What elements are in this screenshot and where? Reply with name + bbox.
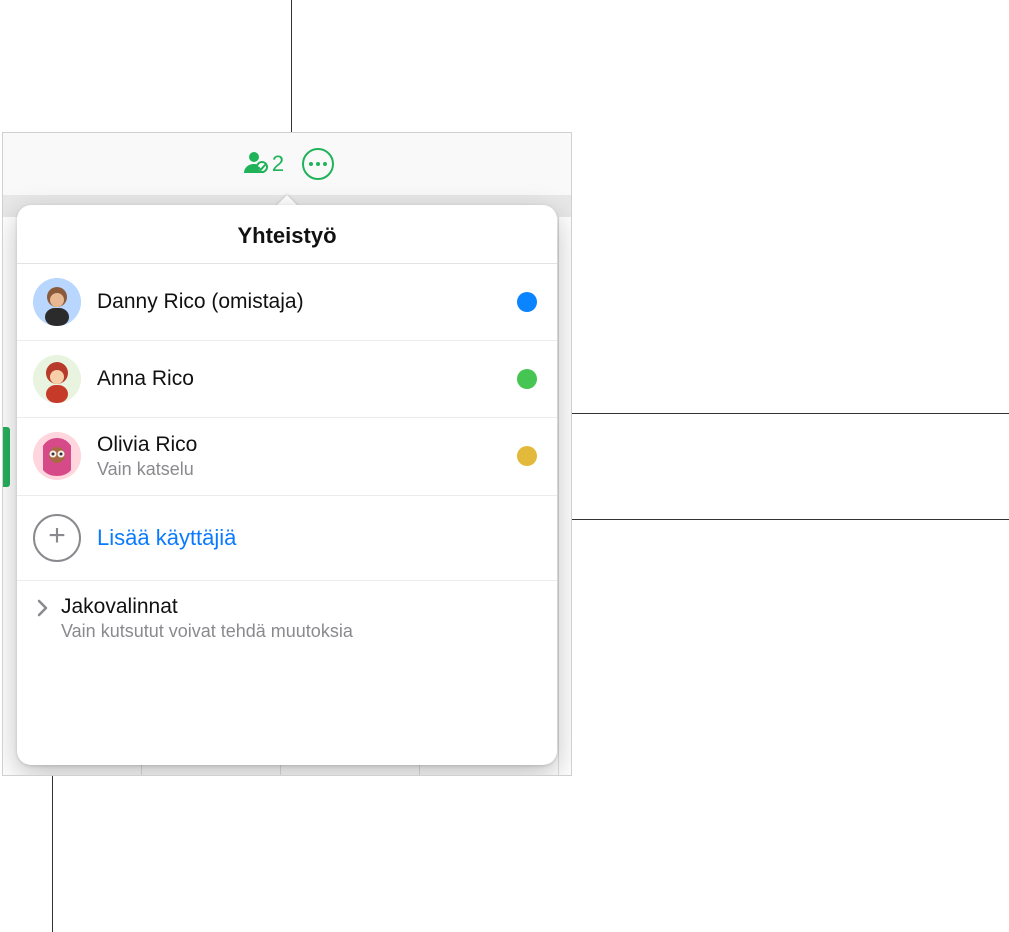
plus-icon bbox=[33, 514, 81, 562]
avatar bbox=[33, 432, 81, 480]
participant-row[interactable]: Danny Rico (omistaja) bbox=[17, 264, 557, 341]
participant-name: Anna Rico bbox=[97, 366, 501, 391]
add-people-row[interactable]: Lisää käyttäjiä bbox=[17, 496, 557, 581]
collaboration-count: 2 bbox=[272, 151, 284, 177]
more-button[interactable] bbox=[302, 148, 334, 180]
participant-subtitle: Vain katselu bbox=[97, 459, 501, 481]
participant-row[interactable]: Olivia Rico Vain katselu bbox=[17, 418, 557, 496]
toolbar: 2 bbox=[3, 133, 571, 195]
collaboration-popover: Yhteistyö Dann bbox=[17, 205, 557, 765]
callout-line-share-options bbox=[52, 775, 53, 932]
avatar bbox=[33, 355, 81, 403]
participant-name: Olivia Rico bbox=[97, 432, 501, 457]
popover-title: Yhteistyö bbox=[17, 205, 557, 264]
share-options-row[interactable]: Jakovalinnat Vain kutsutut voivat tehdä … bbox=[17, 581, 557, 660]
participant-name: Danny Rico (omistaja) bbox=[97, 289, 501, 314]
status-dot bbox=[517, 446, 537, 466]
screenshot-canvas: 2 Yhteistyö bbox=[0, 0, 1009, 932]
avatar bbox=[33, 278, 81, 326]
chevron-right-icon bbox=[33, 599, 51, 617]
collaboration-button[interactable]: 2 bbox=[240, 147, 284, 181]
callout-line-collab-button bbox=[291, 0, 292, 132]
participants-list: Danny Rico (omistaja) bbox=[17, 264, 557, 496]
more-icon bbox=[302, 148, 334, 180]
add-people-label: Lisää käyttäjiä bbox=[97, 525, 236, 551]
sheet-tab-indicator bbox=[2, 427, 10, 487]
status-dot bbox=[517, 369, 537, 389]
participant-row[interactable]: Anna Rico bbox=[17, 341, 557, 418]
status-dot bbox=[517, 292, 537, 312]
person-icon bbox=[240, 147, 268, 181]
share-options-subtitle: Vain kutsutut voivat tehdä muutoksia bbox=[61, 621, 353, 642]
app-window: 2 Yhteistyö bbox=[2, 132, 572, 776]
callout-line-status-dot bbox=[525, 413, 1009, 414]
share-options-title: Jakovalinnat bbox=[61, 595, 353, 619]
